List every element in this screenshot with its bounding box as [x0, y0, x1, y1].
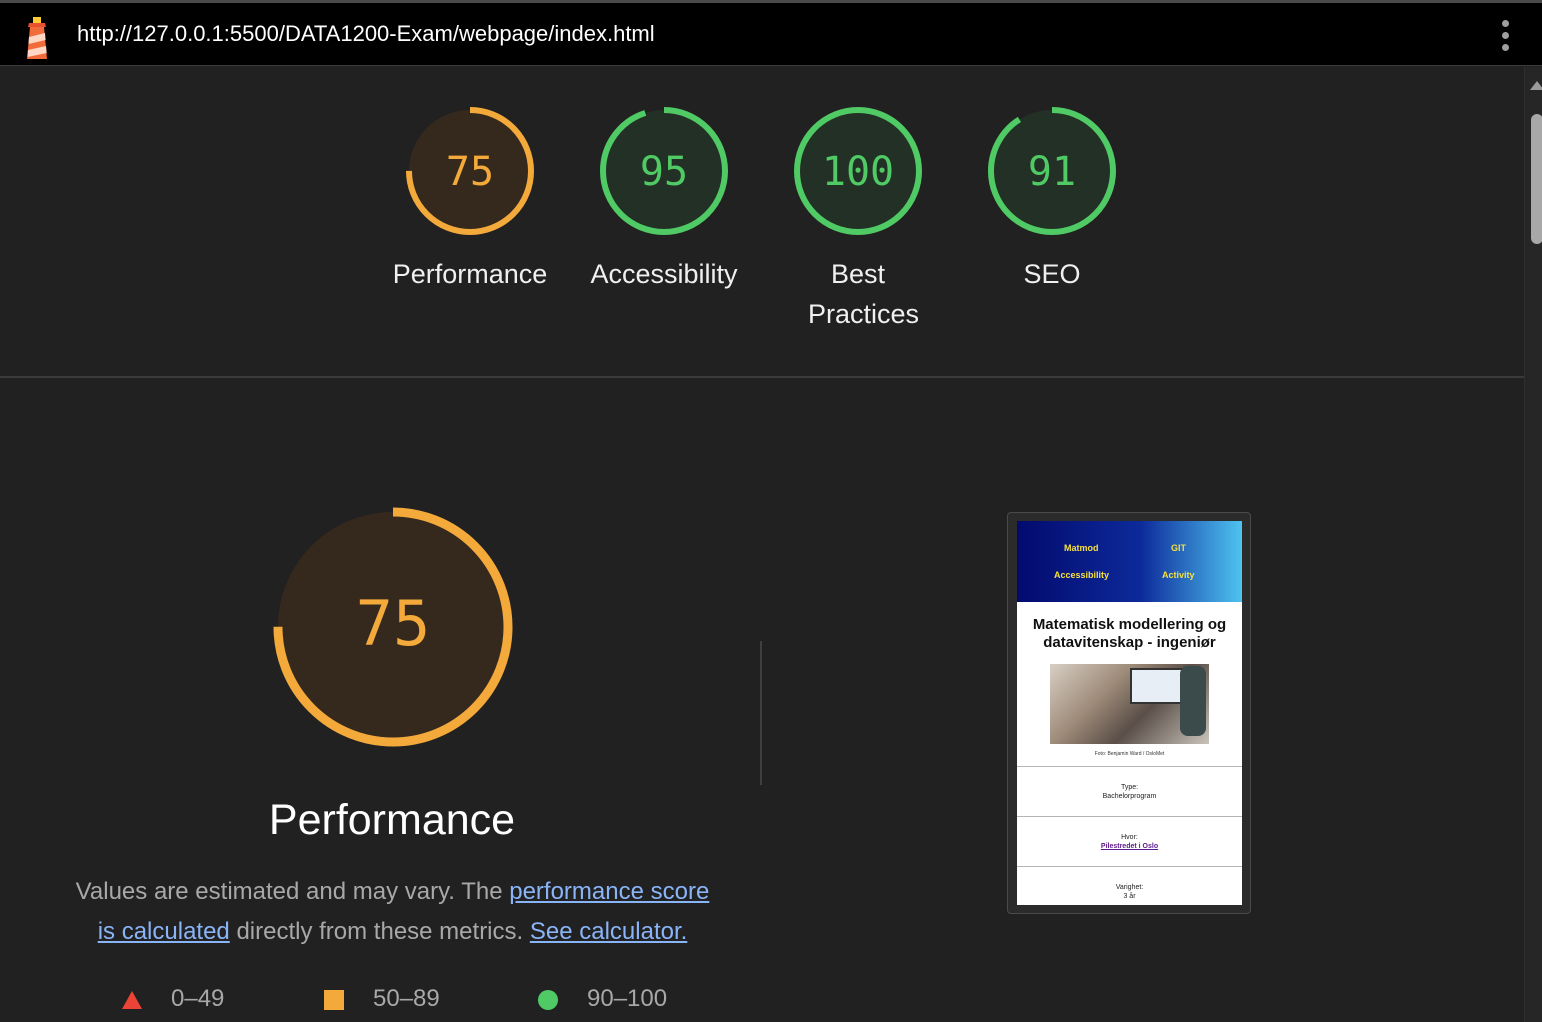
row-value: Bachelorprogram	[1102, 793, 1157, 800]
performance-score-large: 75	[356, 587, 431, 660]
nav-item: Activity	[1162, 570, 1195, 580]
legend-range: 90–100	[587, 985, 668, 1012]
gauge-score: 91	[1028, 149, 1076, 195]
category-gauge[interactable]: 95 Accessibility	[574, 106, 754, 294]
desc-text-middle: directly from these metrics.	[229, 918, 530, 945]
report-url[interactable]: http://127.0.0.1:5500/DATA1200-Exam/webp…	[77, 21, 655, 47]
nav-item: GIT	[1171, 543, 1186, 553]
nav-item: Matmod	[1064, 543, 1099, 553]
screenshot-nav: Matmod GIT Accessibility Activity	[1017, 521, 1242, 602]
final-screenshot[interactable]: Matmod GIT Accessibility Activity Matema…	[1007, 512, 1251, 914]
screenshot-row: Varighet: 3 år	[1017, 866, 1242, 905]
gauge-score: 95	[640, 149, 688, 195]
screenshot-page: Matmod GIT Accessibility Activity Matema…	[1017, 521, 1242, 905]
gauge-score: 100	[822, 149, 894, 195]
scroll-thumb[interactable]	[1531, 114, 1542, 244]
category-gauge[interactable]: 91 SEO	[962, 106, 1142, 294]
gauge-label: SEO	[1023, 259, 1081, 289]
performance-title: Performance	[268, 796, 516, 844]
legend-item-average: 50–89	[323, 985, 440, 1013]
nav-item: Accessibility	[1054, 570, 1110, 580]
report-header: http://127.0.0.1:5500/DATA1200-Exam/webp…	[0, 0, 1542, 66]
square-icon	[324, 989, 344, 1010]
row-label: Varighet:	[1115, 884, 1144, 891]
lighthouse-icon	[27, 17, 47, 59]
row-label: Hvor:	[1121, 834, 1138, 841]
legend-range: 50–89	[373, 985, 440, 1012]
performance-description: Values are estimated and may vary. The p…	[70, 872, 715, 952]
scroll-up-arrow-icon[interactable]	[1530, 81, 1542, 90]
gauge-label: Accessibility	[590, 259, 738, 289]
legend-item-pass: 90–100	[537, 985, 667, 1013]
screenshot-photo	[1050, 664, 1209, 744]
screenshot-row: Type: Bachelorprogram	[1017, 766, 1242, 815]
screenshot-row: Hvor: Pilestredet i Oslo	[1017, 816, 1242, 865]
category-gauge[interactable]: 75 Performance	[380, 106, 560, 294]
row-label: Type:	[1120, 784, 1139, 791]
vertical-divider	[760, 641, 762, 785]
gauge-label: Best Practices	[808, 259, 920, 329]
section-divider	[0, 376, 1524, 378]
see-calculator-link[interactable]: See calculator.	[530, 918, 687, 945]
gauge-score: 75	[446, 149, 494, 195]
row-value: 3 år	[1123, 893, 1136, 900]
kebab-menu-icon[interactable]	[1494, 17, 1516, 57]
category-gauge[interactable]: 100 Best Practices	[768, 106, 948, 334]
screenshot-heading: Matematisk modellering og datavitenskap …	[1032, 616, 1227, 651]
screenshot-caption: Foto: Benjamin Ward / OsloMet	[1094, 751, 1165, 757]
circle-icon	[538, 989, 558, 1010]
gauge-label: Performance	[392, 259, 548, 289]
scrollbar[interactable]	[1524, 67, 1542, 1022]
triangle-icon	[122, 990, 142, 1009]
desc-text: Values are estimated and may vary. The	[75, 878, 510, 905]
performance-gauge-large: 75	[272, 506, 514, 748]
row-value: Pilestredet i Oslo	[1100, 843, 1159, 850]
legend-item-fail: 0–49	[121, 985, 224, 1013]
legend-range: 0–49	[171, 985, 225, 1012]
